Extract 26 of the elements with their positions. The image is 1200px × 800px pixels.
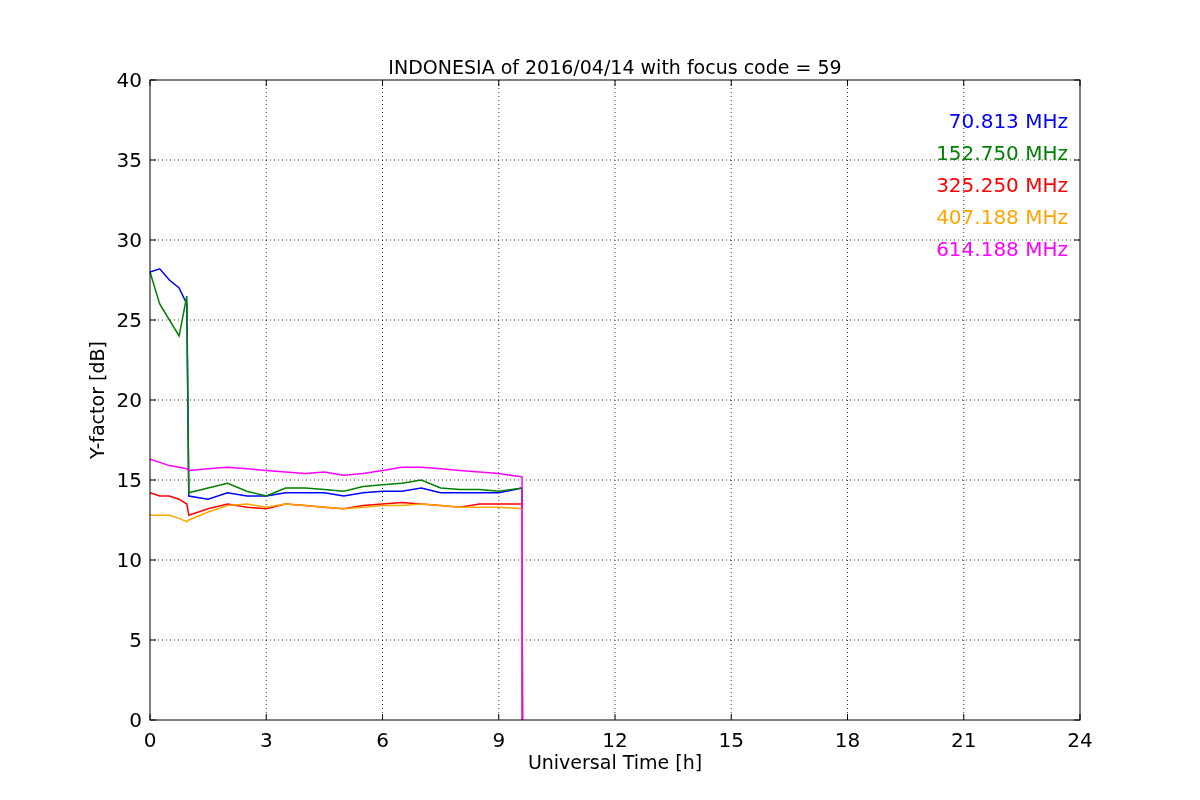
chart-title: INDONESIA of 2016/04/14 with focus code = 59 bbox=[388, 56, 842, 78]
tick-label: 0 bbox=[143, 728, 157, 752]
tick-label: 15 bbox=[718, 728, 744, 752]
legend-label: 70.813 MHz bbox=[948, 109, 1068, 133]
tick-label: 6 bbox=[376, 728, 389, 752]
tick-label: 10 bbox=[116, 548, 142, 572]
tick-label: 5 bbox=[129, 628, 142, 652]
tick-label: 40 bbox=[116, 68, 142, 92]
tick-label: 35 bbox=[116, 148, 142, 172]
tick-label: 25 bbox=[116, 308, 142, 332]
tick-label: 0 bbox=[129, 708, 142, 732]
legend-label: 325.250 MHz bbox=[936, 173, 1068, 197]
tick-label: 12 bbox=[602, 728, 628, 752]
tick-label: 21 bbox=[951, 728, 977, 752]
axis-label: Universal Time [h] bbox=[527, 751, 703, 773]
tick-label: 9 bbox=[492, 728, 506, 752]
axis-label: Y-factor [dB] bbox=[86, 341, 108, 459]
tick-label: 18 bbox=[834, 728, 861, 752]
tick-label: 15 bbox=[116, 468, 142, 492]
tick-label: 20 bbox=[116, 388, 142, 412]
legend-label: 614.188 MHz bbox=[936, 237, 1068, 261]
tick-label: 30 bbox=[116, 228, 142, 252]
legend-label: 407.188 MHz bbox=[936, 205, 1068, 229]
tick-label: 3 bbox=[259, 728, 273, 752]
tick-label: 24 bbox=[1067, 728, 1093, 752]
legend-label: 152.750 MHz bbox=[936, 141, 1068, 165]
